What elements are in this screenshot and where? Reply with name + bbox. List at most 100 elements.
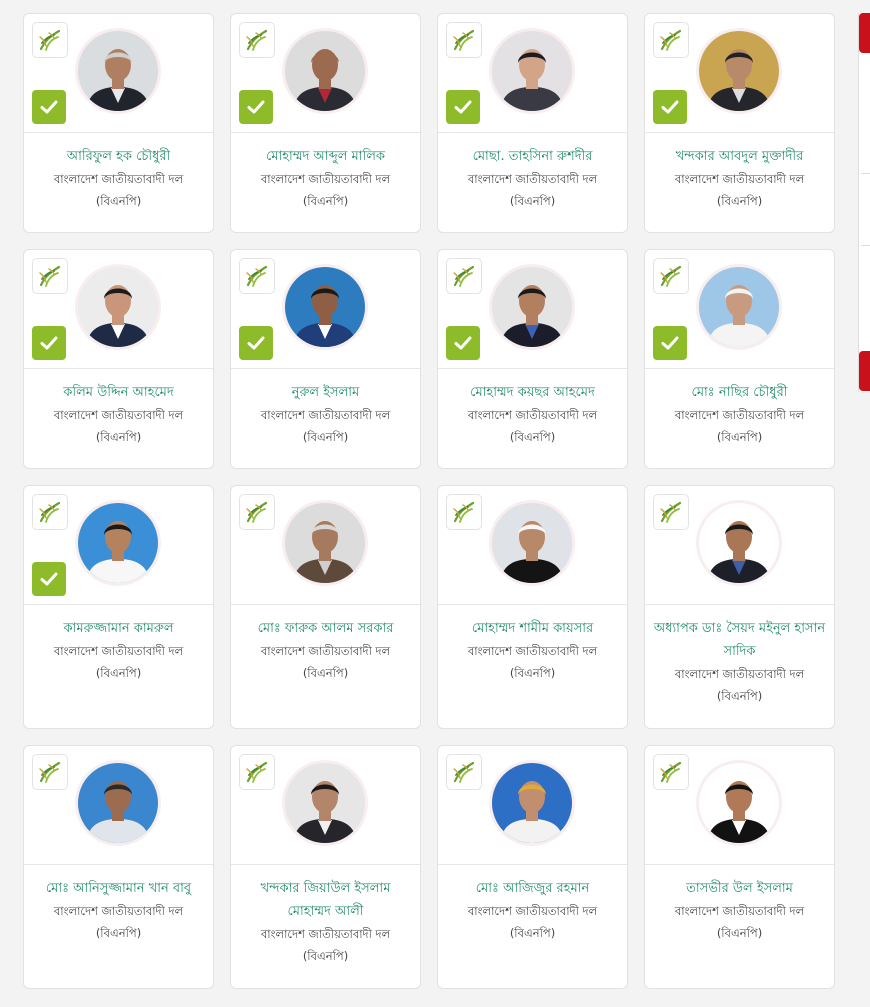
card-header [438, 486, 627, 605]
avatar [285, 503, 365, 583]
avatar [285, 763, 365, 843]
side-panel [858, 13, 870, 392]
candidate-card[interactable]: মোঃ আজিজুর রহমান বাংলাদেশ জাতীয়তাবাদী দল… [437, 745, 628, 989]
sheaf-of-paddy-icon [239, 754, 275, 790]
sheaf-of-paddy-icon [446, 754, 482, 790]
card-body: মোহাম্মদ কয়ছর আহমেদ বাংলাদেশ জাতীয়তাবাদ… [438, 369, 627, 448]
candidate-name[interactable]: কলিম উদ্দিন আহমেদ [32, 381, 205, 404]
avatar [78, 267, 158, 347]
card-header [231, 250, 420, 369]
card-header [645, 14, 834, 133]
avatar [699, 763, 779, 843]
candidate-card[interactable]: কলিম উদ্দিন আহমেদ বাংলাদেশ জাতীয়তাবাদী দ… [23, 249, 214, 469]
card-header [231, 746, 420, 865]
card-header [24, 746, 213, 865]
card-body: আরিফুল হক চৌধুরী বাংলাদেশ জাতীয়তাবাদী দল… [24, 133, 213, 212]
card-body: খন্দকার আবদুল মুক্তাদীর বাংলাদেশ জাতীয়তা… [645, 133, 834, 212]
card-body: কামরুজ্জামান কামরুল বাংলাদেশ জাতীয়তাবাদী… [24, 605, 213, 684]
candidate-card[interactable]: আরিফুল হক চৌধুরী বাংলাদেশ জাতীয়তাবাদী দল… [23, 13, 214, 233]
side-panel-divider [861, 173, 870, 174]
card-header [438, 746, 627, 865]
card-body: অধ্যাপক ডাঃ সৈয়দ মইনুল হাসান সাদিক বাংলা… [645, 605, 834, 707]
candidate-party: বাংলাদেশ জাতীয়তাবাদী দল (বিএনপি) [674, 172, 805, 208]
candidate-name[interactable]: খন্দকার আবদুল মুক্তাদীর [653, 145, 826, 168]
candidate-card[interactable]: মোঃ ফারুক আলম সরকার বাংলাদেশ জাতীয়তাবাদী… [230, 485, 421, 729]
sheaf-of-paddy-icon [653, 258, 689, 294]
candidate-card[interactable]: খন্দকার আবদুল মুক্তাদীর বাংলাদেশ জাতীয়তা… [644, 13, 835, 233]
checkmark-icon [239, 90, 273, 124]
candidate-card[interactable]: মোহাম্মদ কয়ছর আহমেদ বাংলাদেশ জাতীয়তাবাদ… [437, 249, 628, 469]
side-panel-divider [861, 245, 870, 246]
sheaf-of-paddy-icon [446, 22, 482, 58]
candidate-party: বাংলাদেশ জাতীয়তাবাদী দল (বিএনপি) [467, 408, 598, 444]
card-body: মোহাম্মদ শামীম কায়সার বাংলাদেশ জাতীয়তাব… [438, 605, 627, 684]
avatar [492, 503, 572, 583]
candidate-party: বাংলাদেশ জাতীয়তাবাদী দল (বিএনপি) [674, 667, 805, 703]
avatar [699, 503, 779, 583]
candidate-party: বাংলাদেশ জাতীয়তাবাদী দল (বিএনপি) [260, 927, 391, 963]
side-panel-accent-bottom [859, 351, 870, 391]
avatar [78, 31, 158, 111]
candidate-name[interactable]: মোহাম্মদ শামীম কায়সার [446, 617, 619, 640]
candidate-card[interactable]: কামরুজ্জামান কামরুল বাংলাদেশ জাতীয়তাবাদী… [23, 485, 214, 729]
candidate-party: বাংলাদেশ জাতীয়তাবাদী দল (বিএনপি) [53, 172, 184, 208]
checkmark-icon [446, 326, 480, 360]
candidate-name[interactable]: মোঃ ফারুক আলম সরকার [239, 617, 412, 640]
candidate-party: বাংলাদেশ জাতীয়তাবাদী দল (বিএনপি) [260, 644, 391, 680]
card-body: মোঃ আনিসুজ্জামান খান বাবু বাংলাদেশ জাতীয়… [24, 865, 213, 944]
candidate-party: বাংলাদেশ জাতীয়তাবাদী দল (বিএনপি) [260, 408, 391, 444]
candidate-card[interactable]: মোঃ আনিসুজ্জামান খান বাবু বাংলাদেশ জাতীয়… [23, 745, 214, 989]
sheaf-of-paddy-icon [446, 494, 482, 530]
card-body: মোঃ আজিজুর রহমান বাংলাদেশ জাতীয়তাবাদী দল… [438, 865, 627, 944]
card-header [645, 486, 834, 605]
avatar [285, 31, 365, 111]
card-header [645, 746, 834, 865]
candidate-party: বাংলাদেশ জাতীয়তাবাদী দল (বিএনপি) [53, 904, 184, 940]
candidate-card[interactable]: মোছা. তাহসিনা রুশদীর বাংলাদেশ জাতীয়তাবাদ… [437, 13, 628, 233]
card-header [24, 14, 213, 133]
card-body: কলিম উদ্দিন আহমেদ বাংলাদেশ জাতীয়তাবাদী দ… [24, 369, 213, 448]
card-body: মোছা. তাহসিনা রুশদীর বাংলাদেশ জাতীয়তাবাদ… [438, 133, 627, 212]
candidate-party: বাংলাদেশ জাতীয়তাবাদী দল (বিএনপি) [467, 172, 598, 208]
avatar [78, 503, 158, 583]
avatar [285, 267, 365, 347]
candidate-name[interactable]: মোহাম্মদ আব্দুল মালিক [239, 145, 412, 168]
candidate-card[interactable]: মোহাম্মদ আব্দুল মালিক বাংলাদেশ জাতীয়তাবা… [230, 13, 421, 233]
card-header [645, 250, 834, 369]
candidate-party: বাংলাদেশ জাতীয়তাবাদী দল (বিএনপি) [53, 644, 184, 680]
card-header [231, 14, 420, 133]
candidate-name[interactable]: মোঃ আনিসুজ্জামান খান বাবু [32, 877, 205, 900]
card-header [231, 486, 420, 605]
candidate-name[interactable]: মোঃ আজিজুর রহমান [446, 877, 619, 900]
candidate-card[interactable]: খন্দকার জিয়াউল ইসলাম মোহাম্মদ আলী বাংলাদ… [230, 745, 421, 989]
candidate-name[interactable]: তাসভীর উল ইসলাম [653, 877, 826, 900]
candidate-name[interactable]: মোহাম্মদ কয়ছর আহমেদ [446, 381, 619, 404]
candidate-card[interactable]: মোঃ নাছির চৌধুরী বাংলাদেশ জাতীয়তাবাদী দল… [644, 249, 835, 469]
candidate-name[interactable]: অধ্যাপক ডাঃ সৈয়দ মইনুল হাসান সাদিক [653, 617, 826, 663]
candidate-card[interactable]: অধ্যাপক ডাঃ সৈয়দ মইনুল হাসান সাদিক বাংলা… [644, 485, 835, 729]
candidate-card[interactable]: তাসভীর উল ইসলাম বাংলাদেশ জাতীয়তাবাদী দল … [644, 745, 835, 989]
sheaf-of-paddy-icon [32, 258, 68, 294]
sheaf-of-paddy-icon [653, 494, 689, 530]
candidate-party: বাংলাদেশ জাতীয়তাবাদী দল (বিএনপি) [674, 408, 805, 444]
sheaf-of-paddy-icon [32, 754, 68, 790]
avatar [492, 31, 572, 111]
avatar [699, 31, 779, 111]
candidate-card[interactable]: মোহাম্মদ শামীম কায়সার বাংলাদেশ জাতীয়তাব… [437, 485, 628, 729]
candidate-card[interactable]: নুরুল ইসলাম বাংলাদেশ জাতীয়তাবাদী দল (বিএ… [230, 249, 421, 469]
card-body: নুরুল ইসলাম বাংলাদেশ জাতীয়তাবাদী দল (বিএ… [231, 369, 420, 448]
candidate-name[interactable]: মোছা. তাহসিনা রুশদীর [446, 145, 619, 168]
candidate-name[interactable]: আরিফুল হক চৌধুরী [32, 145, 205, 168]
candidate-name[interactable]: খন্দকার জিয়াউল ইসলাম মোহাম্মদ আলী [239, 877, 412, 923]
candidate-name[interactable]: নুরুল ইসলাম [239, 381, 412, 404]
checkmark-icon [32, 562, 66, 596]
checkmark-icon [446, 90, 480, 124]
candidate-party: বাংলাদেশ জাতীয়তাবাদী দল (বিএনপি) [467, 904, 598, 940]
sheaf-of-paddy-icon [653, 22, 689, 58]
candidate-name[interactable]: মোঃ নাছির চৌধুরী [653, 381, 826, 404]
candidate-name[interactable]: কামরুজ্জামান কামরুল [32, 617, 205, 640]
card-header [438, 14, 627, 133]
card-header [24, 250, 213, 369]
card-body: মোঃ ফারুক আলম সরকার বাংলাদেশ জাতীয়তাবাদী… [231, 605, 420, 684]
sheaf-of-paddy-icon [446, 258, 482, 294]
